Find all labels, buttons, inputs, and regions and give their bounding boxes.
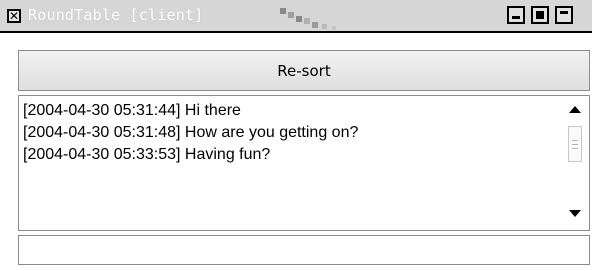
message-input[interactable] <box>18 235 590 265</box>
message-timestamp: [2004-04-30 05:31:48] <box>23 124 181 141</box>
scrollbar-thumb[interactable] <box>568 126 582 162</box>
titlebar-decoration <box>280 8 336 30</box>
maximize-icon[interactable] <box>531 6 549 24</box>
close-icon[interactable]: ✕ <box>7 9 21 23</box>
message-line: [2004-04-30 05:33:53] Having fun? <box>23 144 559 166</box>
title-bar[interactable]: ✕ RoundTable [client] <box>0 0 592 33</box>
message-list: [2004-04-30 05:31:44] Hi there [2004-04-… <box>23 100 559 166</box>
message-timestamp: [2004-04-30 05:33:53] <box>23 146 181 163</box>
arrow-up-icon[interactable] <box>569 106 581 113</box>
message-line: [2004-04-30 05:31:48] How are you gettin… <box>23 122 559 144</box>
resort-button[interactable]: Re-sort <box>18 50 590 91</box>
message-text: How are you getting on? <box>184 124 359 141</box>
window-title: RoundTable [client] <box>28 6 204 24</box>
vertical-scrollbar[interactable] <box>561 96 589 230</box>
minimize-icon[interactable] <box>507 6 525 24</box>
message-log[interactable]: [2004-04-30 05:31:44] Hi there [2004-04-… <box>18 95 590 231</box>
shade-icon[interactable] <box>555 6 573 24</box>
window-frame <box>0 33 18 271</box>
message-text: Hi there <box>184 102 241 119</box>
message-text: Having fun? <box>184 146 271 163</box>
message-timestamp: [2004-04-30 05:31:44] <box>23 102 181 119</box>
arrow-down-icon[interactable] <box>569 210 581 217</box>
message-line: [2004-04-30 05:31:44] Hi there <box>23 100 559 122</box>
